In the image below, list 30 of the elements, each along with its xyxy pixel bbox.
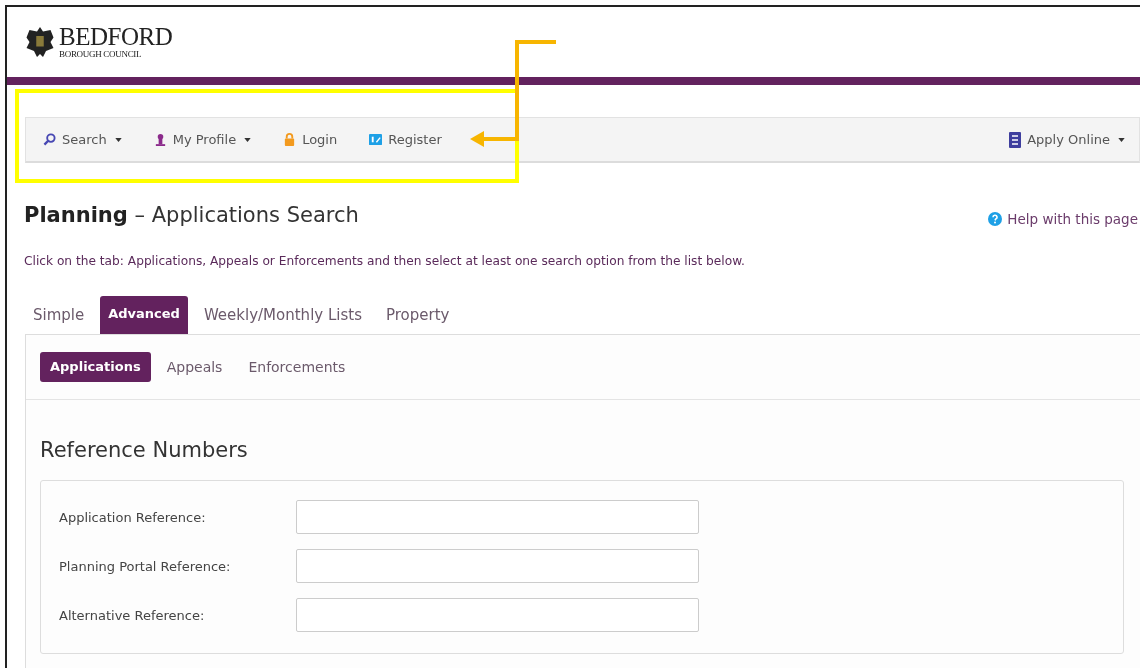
tab[interactable]: Weekly/Monthly Lists [195,296,370,334]
nav-link[interactable]: Apply Online [1009,131,1125,148]
field-label: Planning Portal Reference: [59,558,232,574]
input-field[interactable] [296,500,699,534]
document-icon [1009,131,1022,148]
search-icon [43,133,56,146]
sub-tab[interactable]: Applications [40,352,151,382]
instruction-text: Click on the tab: Applications, Appeals or Enforcements and then select at least one search option from the list below. [24,254,746,268]
nav-link[interactable]: My Profile [153,132,252,147]
input-field[interactable] [296,549,699,583]
tab[interactable]: Advanced [100,296,188,334]
sub-tab[interactable]: Enforcements [238,352,356,382]
logo-subtitle: BOROUGH COUNCIL [59,49,143,59]
page-title: Planning – Applications Search [24,203,359,227]
help-link[interactable]: Help with this page [988,211,1138,227]
section-title: Reference Numbers [40,438,249,462]
field-label: Alternative Reference: [59,607,206,623]
person-icon [153,133,167,146]
help-icon [988,212,1003,226]
lock-icon [283,133,297,146]
register-icon [369,133,383,146]
sub-tab[interactable]: Appeals [156,352,233,382]
logo-name: BEDFORD [59,25,173,49]
nav-link[interactable]: Login [283,132,338,147]
tab[interactable]: Simple [25,296,93,334]
field-label: Application Reference: [59,509,207,525]
nav-link[interactable]: Register [369,132,442,147]
nav-link[interactable]: Search [43,132,122,147]
input-field[interactable] [296,598,699,632]
tab[interactable]: Property [378,296,458,334]
